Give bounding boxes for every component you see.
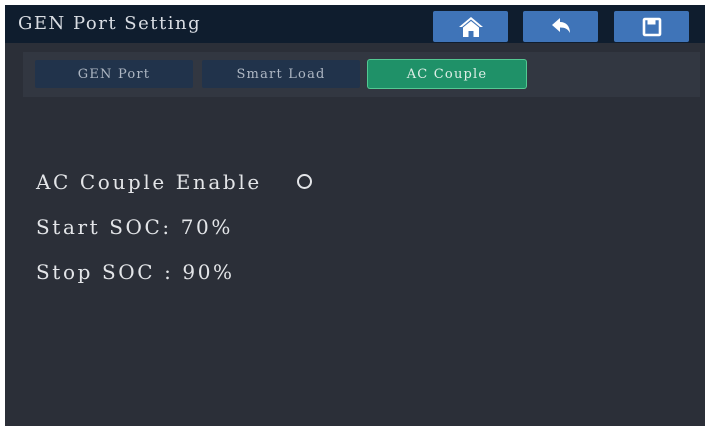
tab-ac-couple[interactable]: AC Couple bbox=[368, 60, 526, 88]
save-icon bbox=[642, 17, 662, 37]
back-button[interactable] bbox=[523, 11, 598, 42]
tab-bar: GEN Port Smart Load AC Couple bbox=[23, 52, 700, 97]
page-title: GEN Port Setting bbox=[18, 13, 202, 34]
save-button[interactable] bbox=[614, 11, 689, 42]
tab-gen-port[interactable]: GEN Port bbox=[35, 60, 193, 88]
home-icon bbox=[458, 15, 484, 39]
stop-soc-field[interactable]: Stop SOC : 90% bbox=[36, 260, 235, 284]
back-arrow-icon bbox=[550, 16, 572, 38]
ac-couple-enable-label: AC Couple Enable bbox=[36, 170, 262, 194]
tab-smart-load[interactable]: Smart Load bbox=[202, 60, 360, 88]
ac-couple-enable-radio[interactable] bbox=[297, 174, 312, 189]
title-bar: GEN Port Setting bbox=[5, 5, 705, 43]
home-button[interactable] bbox=[433, 11, 508, 42]
start-soc-field[interactable]: Start SOC: 70% bbox=[36, 215, 233, 239]
app-screen: GEN Port Setting GEN Port Smart Load AC … bbox=[5, 5, 705, 426]
